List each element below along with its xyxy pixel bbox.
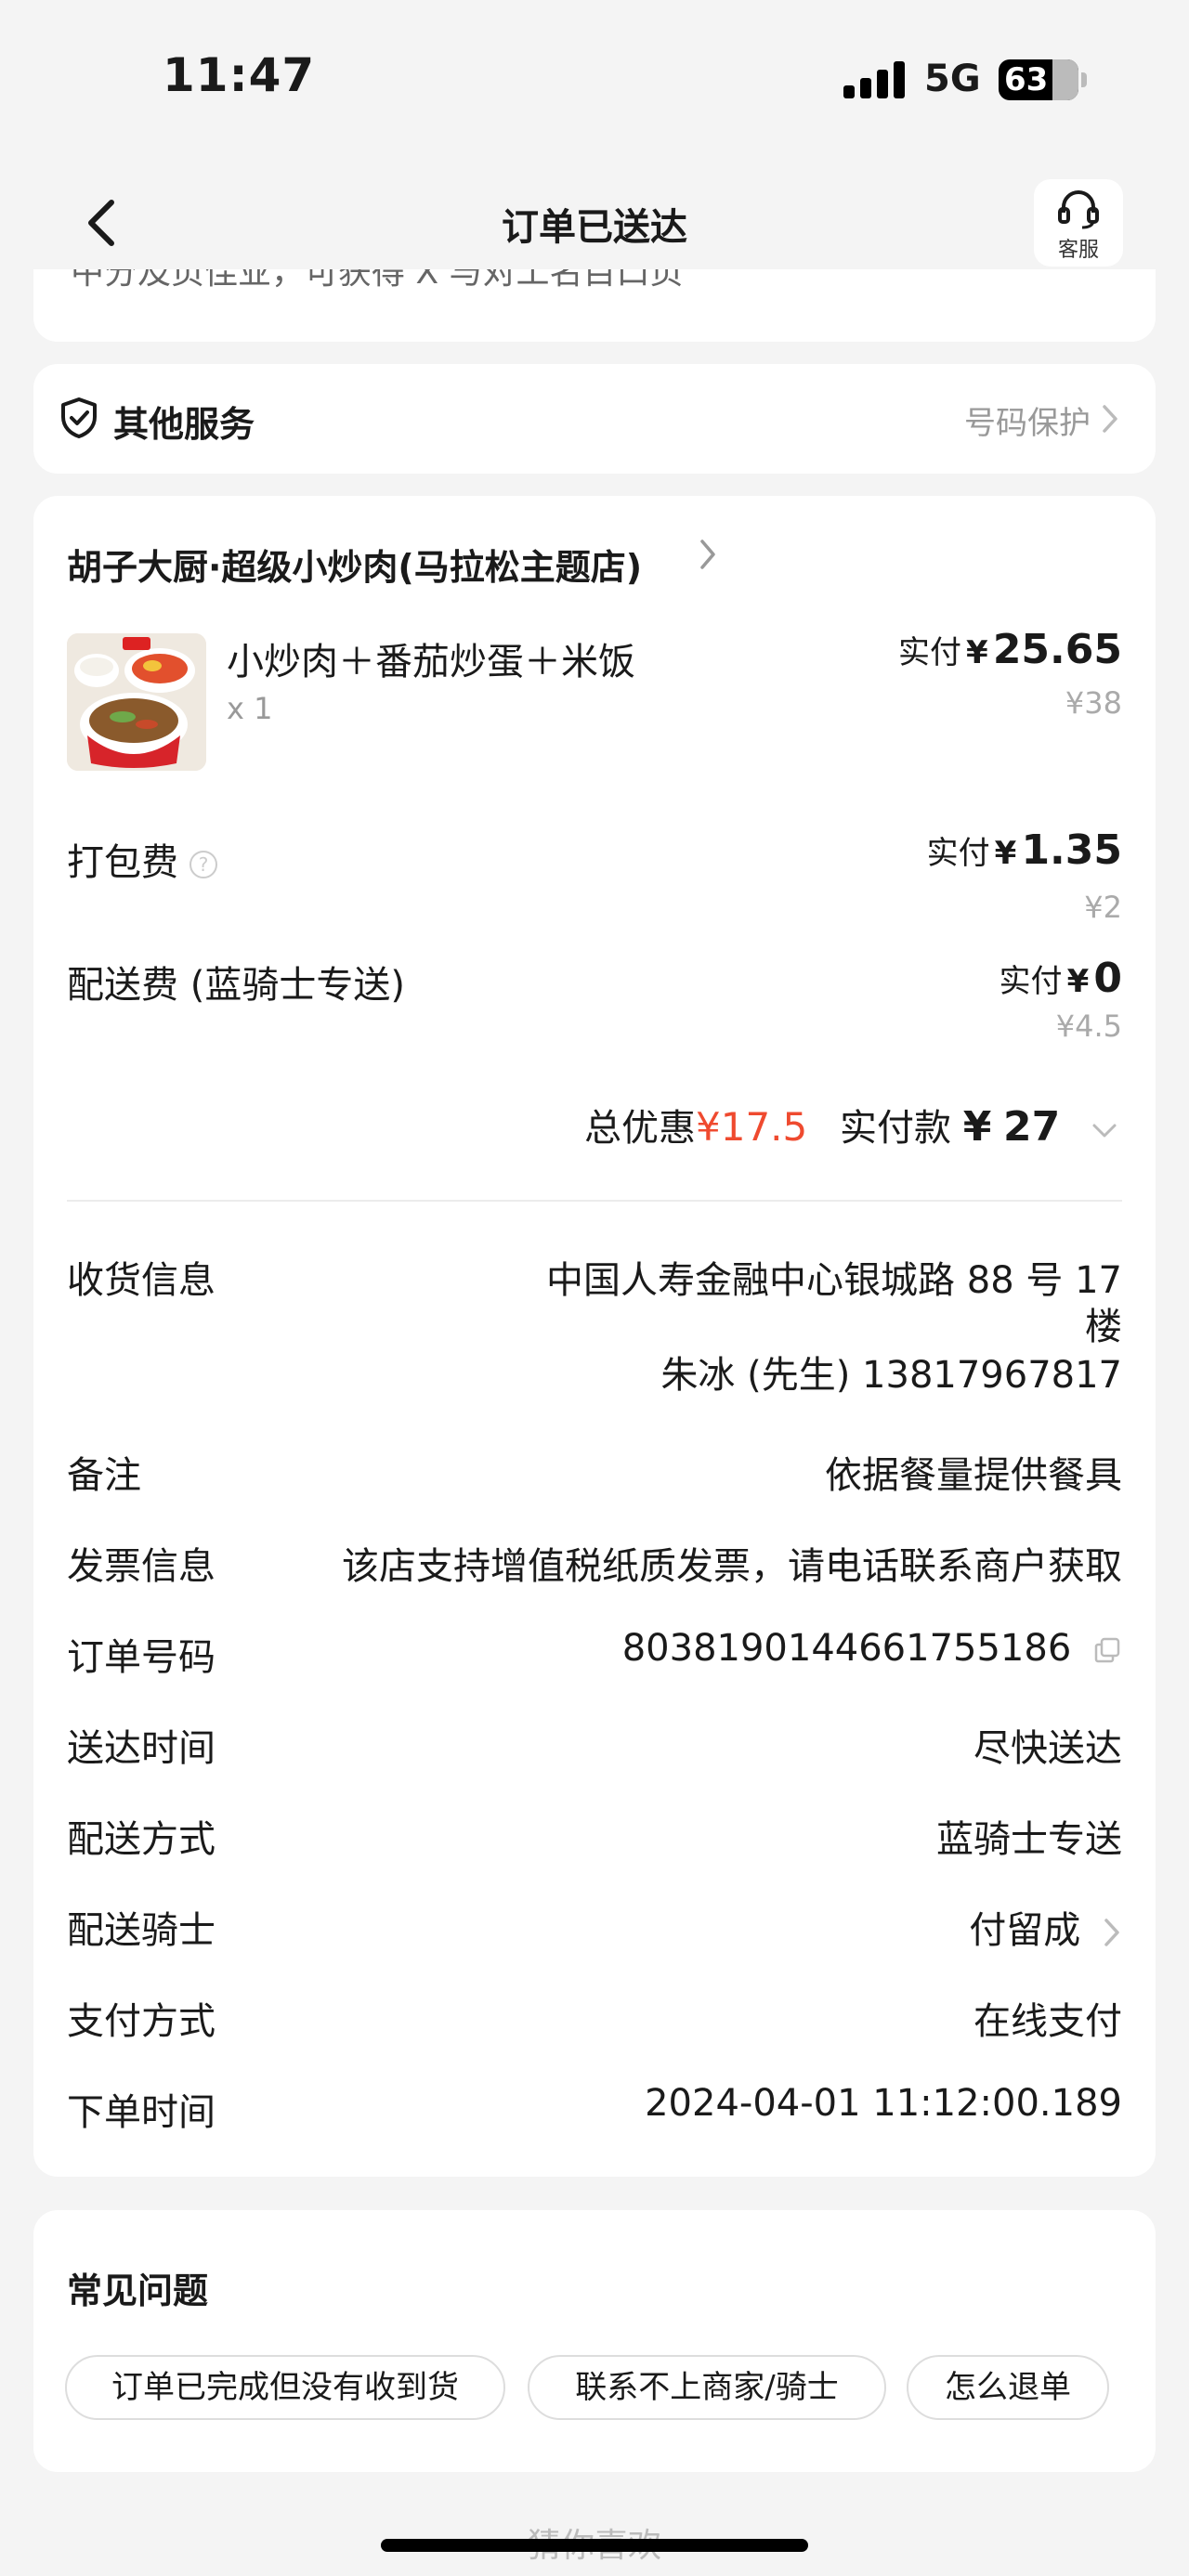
delivery-method-value: 蓝骑士专送	[936, 1818, 1122, 1861]
payment-method-label: 支付方式	[67, 2000, 216, 2043]
delivery-fee-paid-amount: 0	[1093, 955, 1122, 1002]
partial-card: 中分及页佳业，可获得 X 与对工名目口页	[33, 269, 1156, 342]
discount-value: ¥17.5	[696, 1104, 808, 1150]
network-type: 5G	[924, 58, 981, 100]
status-time: 11:47	[163, 48, 316, 102]
delivery-fee-paid-prefix: 实付	[999, 963, 1063, 1000]
delivery-method-label: 配送方式	[67, 1818, 216, 1861]
packing-fee-paid: 实付 ¥ 1.35	[927, 826, 1122, 874]
delivery-time-label: 送达时间	[67, 1727, 216, 1770]
shop-name[interactable]: 胡子大厨·超级小炒肉(马拉松主题店)	[67, 539, 642, 590]
customer-service-button[interactable]: 客服	[1034, 179, 1123, 267]
other-services-card[interactable]: 其他服务 号码保护	[33, 364, 1156, 474]
status-bar: 11:47 5G 63	[0, 0, 1189, 149]
delivery-fee-label: 配送费 (蓝骑士专送)	[67, 964, 405, 1007]
packing-fee-text: 打包费	[67, 841, 178, 884]
invoice-label: 发票信息	[67, 1545, 216, 1588]
packing-fee-label: 打包费?	[67, 832, 217, 886]
copy-icon[interactable]	[1092, 1635, 1122, 1665]
faq-card: 常见问题 订单已完成但没有收到货 联系不上商家/骑士 怎么退单	[33, 2210, 1156, 2472]
note-value: 依据餐量提供餐具	[825, 1454, 1122, 1497]
delivery-fee-paid-yen: ¥	[1066, 963, 1090, 1000]
shield-check-icon	[61, 397, 97, 438]
packing-fee-paid-yen: ¥	[994, 835, 1017, 872]
faq-chip-no-delivery[interactable]: 订单已完成但没有收到货	[65, 2355, 505, 2420]
nav-bar: 订单已送达 客服	[0, 149, 1189, 288]
partial-card-text: 中分及页佳业，可获得 X 与对工名目口页	[71, 269, 684, 292]
discount-label: 总优惠	[584, 1107, 697, 1150]
customer-service-label: 客服	[1057, 239, 1099, 262]
signal-icon	[843, 61, 907, 98]
faq-title: 常见问题	[67, 2270, 209, 2311]
order-detail-card: 胡子大厨·超级小炒肉(马拉松主题店) 小炒肉＋番茄炒蛋＋米饭 x 1 实付 ¥ …	[33, 496, 1156, 2177]
food-name: 小炒肉＋番茄炒蛋＋米饭	[227, 641, 635, 683]
divider	[67, 1200, 1122, 1202]
order-number-label: 订单号码	[67, 1636, 216, 1679]
pay-label: 实付款	[839, 1107, 951, 1150]
packing-fee-paid-prefix: 实付	[926, 835, 990, 872]
address-label: 收货信息	[67, 1259, 216, 1302]
address-line1: 中国人寿金融中心银城路 88 号 17	[546, 1259, 1122, 1302]
address-line2: 楼	[1085, 1306, 1122, 1348]
number-protection-link[interactable]: 号码保护	[964, 397, 1091, 443]
other-services-title: 其他服务	[113, 404, 255, 445]
chevron-right-icon[interactable]	[698, 536, 718, 573]
item-original-price: ¥38	[1065, 685, 1122, 721]
rider-label: 配送骑士	[67, 1909, 216, 1952]
battery-level: 63	[1004, 61, 1049, 98]
food-image[interactable]	[67, 633, 206, 771]
delivery-time-value: 尽快送达	[973, 1727, 1122, 1770]
home-indicator[interactable]	[381, 2539, 808, 2552]
rider-value: 付留成	[969, 1909, 1081, 1952]
order-number: 8038190144661755186	[622, 1627, 1122, 1670]
contact-info: 朱冰 (先生) 13817967817	[660, 1354, 1122, 1397]
pay-value: 27	[1003, 1103, 1061, 1151]
item-paid-amount: 25.65	[992, 626, 1122, 673]
food-quantity: x 1	[227, 691, 273, 726]
item-paid-prefix: 实付	[897, 634, 961, 671]
delivery-fee-paid: 实付 ¥ 0	[1000, 955, 1122, 1002]
chevron-down-icon[interactable]	[1091, 1116, 1118, 1144]
pay-yen: ¥	[962, 1103, 992, 1151]
packing-fee-paid-amount: 1.35	[1021, 826, 1122, 874]
rider-link[interactable]: 付留成	[969, 1900, 1122, 1954]
order-number-value: 8038190144661755186	[621, 1627, 1072, 1670]
order-time-label: 下单时间	[67, 2091, 216, 2134]
item-paid-price: 实付 ¥ 25.65	[898, 626, 1122, 673]
chevron-right-icon	[1104, 1919, 1119, 1946]
chevron-right-icon	[1103, 405, 1117, 433]
order-time-value: 2024-04-01 11:12:00.189	[645, 2082, 1122, 2125]
faq-chip-refund[interactable]: 怎么退单	[907, 2355, 1109, 2420]
packing-fee-original: ¥2	[1084, 890, 1122, 925]
delivery-fee-original: ¥4.5	[1055, 1008, 1122, 1044]
headset-icon	[1058, 190, 1099, 229]
payment-method-value: 在线支付	[973, 2000, 1122, 2043]
battery-icon: 63	[999, 59, 1087, 100]
page-title: 订单已送达	[502, 206, 687, 249]
item-paid-yen: ¥	[966, 634, 988, 671]
faq-chip-contact[interactable]: 联系不上商家/骑士	[528, 2355, 886, 2420]
note-label: 备注	[67, 1454, 141, 1497]
help-icon[interactable]: ?	[189, 851, 217, 878]
invoice-value: 该店支持增值税纸质发票，请电话联系商户获取	[342, 1545, 1122, 1588]
total-summary[interactable]: 总优惠¥17.5 实付款 ¥ 27	[584, 1098, 1118, 1151]
